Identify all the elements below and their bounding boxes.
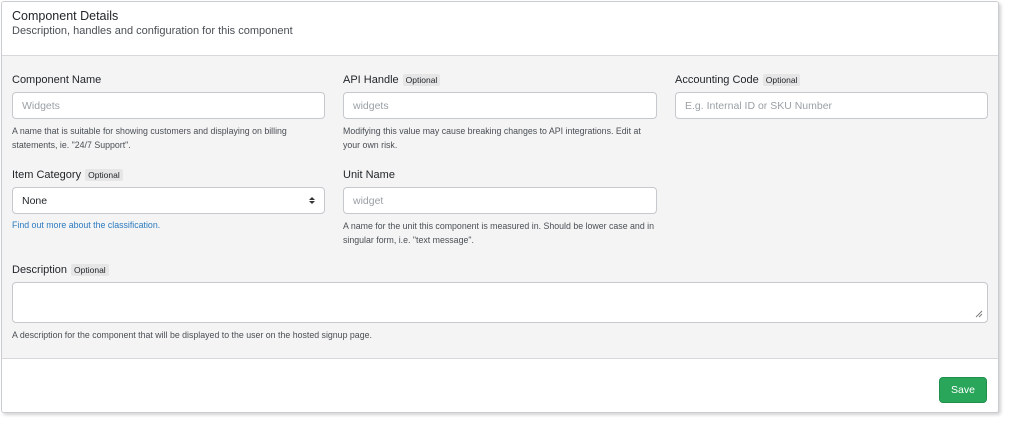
unit-name-help: A name for the unit this component is me…: [343, 221, 655, 245]
component-details-card: Component Details Description, handles a…: [1, 1, 999, 413]
resize-handle-icon[interactable]: [975, 310, 983, 318]
page-title: Component Details: [12, 9, 119, 23]
description-group: Description Optional A description for t…: [12, 264, 988, 344]
item-category-label: Item Category Optional: [12, 169, 123, 181]
description-help: A description for the component that wil…: [12, 330, 372, 340]
optional-badge: Optional: [85, 169, 123, 181]
card-footer: Save: [2, 359, 998, 412]
unit-name-group: Unit Name A name for the unit this compo…: [343, 169, 657, 249]
component-name-input[interactable]: [12, 92, 325, 119]
optional-badge: Optional: [402, 74, 441, 86]
item-category-group: Item Category Optional None Find out mor…: [12, 169, 325, 234]
optional-badge: Optional: [762, 74, 801, 86]
description-textarea[interactable]: [12, 282, 988, 323]
unit-name-label: Unit Name: [343, 169, 395, 181]
classification-link[interactable]: Find out more about the classification.: [12, 218, 160, 232]
select-arrows-icon: [309, 197, 315, 204]
api-handle-group: API Handle Optional Modifying this value…: [343, 74, 657, 154]
card-header: Component Details Description, handles a…: [2, 2, 998, 56]
accounting-code-label: Accounting Code Optional: [675, 74, 801, 86]
component-name-label: Component Name: [12, 74, 102, 86]
accounting-code-input[interactable]: [675, 92, 988, 119]
accounting-code-group: Accounting Code Optional: [675, 74, 988, 124]
unit-name-input[interactable]: [343, 187, 657, 214]
page-subtitle: Description, handles and configuration f…: [12, 25, 293, 37]
description-label: Description Optional: [12, 264, 109, 276]
save-button[interactable]: Save: [939, 377, 987, 403]
api-handle-input[interactable]: [343, 92, 657, 119]
component-name-group: Component Name A name that is suitable f…: [12, 74, 325, 154]
api-handle-label: API Handle Optional: [343, 74, 441, 86]
item-category-value: None: [22, 194, 48, 207]
form-body: Component Name A name that is suitable f…: [2, 56, 998, 359]
component-name-help: A name that is suitable for showing cust…: [12, 126, 287, 150]
api-handle-help: Modifying this value may cause breaking …: [343, 126, 641, 150]
item-category-select[interactable]: None: [12, 187, 325, 214]
optional-badge: Optional: [71, 264, 109, 276]
